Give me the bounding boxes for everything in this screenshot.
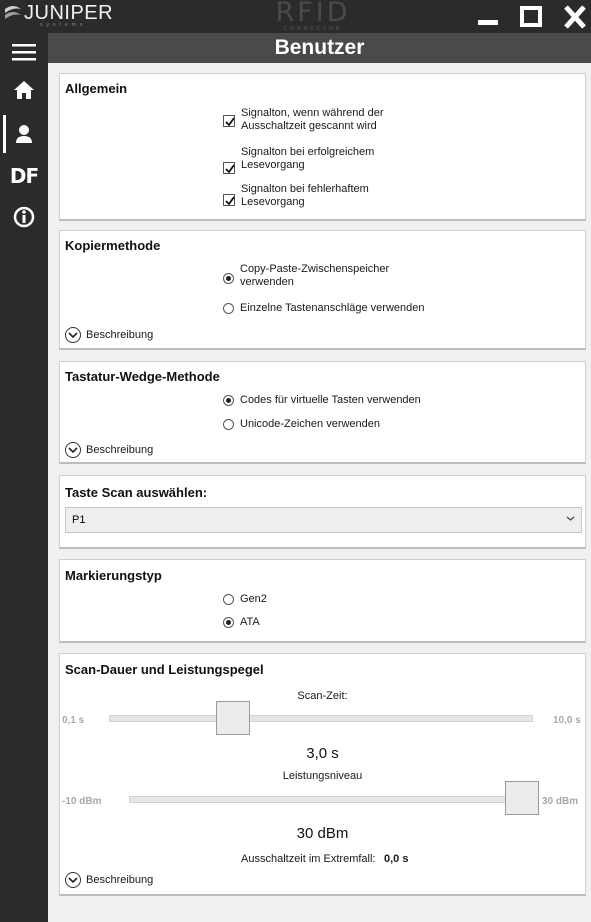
home-icon: [14, 81, 34, 99]
scan-time-slider-track[interactable]: [109, 715, 533, 722]
keyboard-wedge-description-toggle[interactable]: Beschreibung: [65, 442, 153, 458]
copy-method-section: Kopiermethode Copy-Paste-Zwischenspeiche…: [59, 230, 586, 350]
section-title-scan-power: Scan-Dauer und Leistungspegel: [65, 662, 264, 677]
page-title: Benutzer: [274, 36, 365, 59]
info-icon: [13, 206, 35, 228]
minimize-icon: [478, 19, 498, 25]
scan-time-slider-thumb[interactable]: [216, 701, 250, 735]
scan-time-value: 3,0 s: [306, 745, 339, 762]
scan-power-section: Scan-Dauer und Leistungspegel Scan-Zeit:…: [59, 653, 586, 896]
nav-user[interactable]: [0, 115, 48, 153]
active-indicator: [3, 115, 6, 153]
nav-rail: DF: [0, 33, 48, 922]
nav-home[interactable]: [0, 71, 48, 109]
chevron-down-icon: [65, 872, 81, 888]
juniper-logo-icon: [5, 6, 21, 19]
df-label: DF: [9, 164, 39, 188]
menu-button[interactable]: [0, 33, 48, 71]
scan-time-max-label: 10,0 s: [553, 715, 581, 726]
beep-error-checkbox[interactable]: [223, 194, 235, 206]
nav-info[interactable]: [0, 198, 48, 236]
brand-name: JUNIPER: [24, 2, 114, 24]
keystrokes-radio[interactable]: [223, 303, 234, 314]
nav-df[interactable]: DF: [0, 157, 48, 195]
scan-power-description-toggle[interactable]: Beschreibung: [65, 872, 153, 888]
section-title-tag-type: Markierungstyp: [65, 568, 162, 583]
unicode-label: Unicode-Zeichen verwenden: [240, 418, 381, 430]
gen2-radio[interactable]: [223, 594, 234, 605]
section-title-general: Allgemein: [65, 81, 128, 96]
brand-subtitle: systems: [40, 22, 87, 28]
ata-radio[interactable]: [223, 617, 234, 628]
power-max-label: 30 dBm: [542, 796, 579, 807]
copy-paste-label: Copy-Paste-Zwischenspeicher verwenden: [240, 263, 390, 288]
ata-label: ATA: [240, 616, 260, 628]
checkmark-icon: [225, 164, 235, 174]
checkmark-icon: [225, 196, 235, 206]
beep-success-label: Signalton bei erfolgreichem Lesevorgang: [241, 146, 375, 171]
virtual-keys-label: Codes für virtuelle Tasten verwenden: [240, 394, 421, 406]
keyboard-wedge-section: Tastatur-Wedge-Methode Codes für virtuel…: [59, 361, 586, 464]
tag-type-section: Markierungstyp Gen2 ATA: [59, 559, 586, 643]
power-slider-track[interactable]: [129, 796, 534, 803]
checkmark-icon: [225, 117, 235, 127]
copy-method-description-toggle[interactable]: Beschreibung: [65, 327, 153, 343]
description-label: Beschreibung: [86, 443, 154, 456]
general-section: Allgemein Signalton, wenn während der Au…: [59, 73, 586, 221]
section-title-copy-method: Kopiermethode: [65, 238, 161, 253]
power-slider-thumb[interactable]: [505, 781, 539, 815]
chevron-down-icon: [65, 327, 81, 343]
juniper-logo: JUNIPER: [4, 3, 113, 23]
copy-paste-radio[interactable]: [223, 273, 234, 284]
product-name: RFID: [275, 0, 351, 28]
maximize-button[interactable]: [511, 2, 551, 31]
description-label: Beschreibung: [86, 328, 154, 341]
worst-case-off-time-value: 0,0 s: [384, 853, 409, 865]
maximize-icon: [520, 5, 542, 27]
user-icon: [16, 125, 32, 143]
product-logo: RFID CONNECTOR: [268, 0, 358, 33]
chevron-down-icon: [566, 516, 575, 521]
section-title-scan-key: Taste Scan auswählen:: [65, 485, 208, 500]
scan-time-label: Scan-Zeit:: [297, 690, 348, 702]
worst-case-off-time-label: Ausschaltzeit im Extremfall:: [241, 853, 376, 865]
scan-key-selected-value: P1: [72, 514, 86, 526]
scan-time-min-label: 0,1 s: [62, 715, 85, 726]
title-bar: JUNIPER systems RFID CONNECTOR: [0, 0, 591, 33]
minimize-button[interactable]: [468, 2, 508, 31]
power-value: 30 dBm: [296, 825, 349, 842]
scan-key-dropdown[interactable]: P1: [65, 507, 582, 533]
power-min-label: -10 dBm: [62, 796, 102, 807]
close-icon: [564, 4, 586, 29]
close-button[interactable]: [555, 2, 591, 31]
scan-key-section: Taste Scan auswählen: P1: [59, 475, 586, 549]
beep-success-checkbox[interactable]: [223, 162, 235, 174]
beep-idle-label: Signalton, wenn während der Ausschaltzei…: [241, 107, 384, 132]
keystrokes-label: Einzelne Tastenanschläge verwenden: [240, 302, 425, 314]
virtual-keys-radio[interactable]: [223, 395, 234, 406]
hamburger-menu-icon: [12, 44, 36, 61]
chevron-down-icon: [65, 442, 81, 458]
gen2-label: Gen2: [240, 593, 267, 605]
settings-content[interactable]: Allgemein Signalton, wenn während der Au…: [48, 63, 591, 922]
beep-error-label: Signalton bei fehlerhaftem Lesevorgang: [241, 183, 369, 208]
page-header: Benutzer: [48, 33, 591, 63]
description-label: Beschreibung: [86, 873, 154, 886]
beep-idle-checkbox[interactable]: [223, 115, 235, 127]
section-title-keyboard-wedge: Tastatur-Wedge-Methode: [65, 369, 220, 384]
unicode-radio[interactable]: [223, 419, 234, 430]
